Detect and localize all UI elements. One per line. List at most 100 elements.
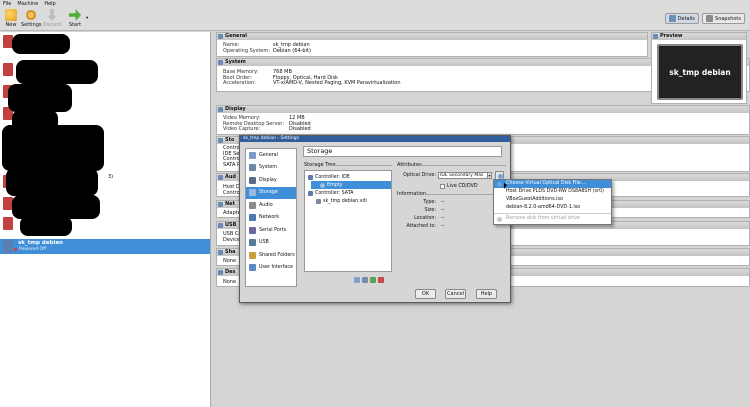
page-title: Storage bbox=[303, 146, 502, 157]
category-storage[interactable]: Storage bbox=[246, 186, 296, 199]
category-serial-ports[interactable]: Serial Ports bbox=[246, 224, 296, 237]
live-cd-checkbox[interactable]: Live CD/DVD bbox=[440, 184, 478, 189]
category-label: Storage bbox=[259, 190, 278, 196]
category-system[interactable]: System bbox=[246, 162, 296, 175]
tree-controller-sata[interactable]: Controller: SATA bbox=[305, 189, 391, 197]
storage-tree[interactable]: Controller: IDE Empty Controller: SATA s… bbox=[304, 170, 392, 272]
category-label: Serial Ports bbox=[259, 227, 287, 233]
vm-os-icon bbox=[3, 63, 13, 76]
menu-machine[interactable]: Machine bbox=[17, 0, 38, 8]
video-capture-value: Disabled bbox=[289, 126, 311, 132]
menu-item-host-drive[interactable]: Host Drive PLDS DVD-RW DS8A8SH (sr0) bbox=[494, 188, 611, 196]
menu-item-guest-additions-iso[interactable]: VBoxGuestAdditions.iso bbox=[494, 196, 611, 204]
redaction-blot bbox=[8, 84, 72, 112]
start-button[interactable]: Start bbox=[65, 9, 85, 28]
add-attachment-icon[interactable] bbox=[370, 277, 376, 283]
menu-bar: File Machine Help bbox=[0, 0, 750, 8]
discard-arrow-icon bbox=[47, 9, 57, 21]
cancel-button[interactable]: Cancel bbox=[445, 289, 466, 299]
menu-item-choose-disk-file[interactable]: Choose Virtual Optical Disk File... bbox=[494, 180, 611, 188]
tree-sata-disk[interactable]: sk_tmp debian.vdi bbox=[305, 197, 391, 205]
none-text: None bbox=[223, 258, 237, 264]
menu-file[interactable]: File bbox=[3, 0, 11, 8]
category-display[interactable]: Display bbox=[246, 174, 296, 187]
redaction-blot bbox=[20, 216, 72, 236]
menu-item-debian-iso[interactable]: debian-8.2.0-amd64-DVD-1.iso bbox=[494, 204, 611, 212]
new-button[interactable]: New bbox=[1, 9, 21, 28]
details-icon bbox=[668, 15, 676, 22]
settings-button[interactable]: Settings bbox=[21, 9, 42, 28]
tree-empty-drive[interactable]: Empty bbox=[311, 181, 391, 189]
monitor-icon bbox=[249, 176, 256, 184]
network-title: Net bbox=[225, 201, 235, 207]
user-interface-icon bbox=[249, 264, 256, 272]
category-user-interface[interactable]: User Interface bbox=[246, 262, 296, 275]
details-button[interactable]: Details bbox=[664, 13, 700, 24]
redaction-blot bbox=[2, 125, 104, 171]
menu-item-label: VBoxGuestAdditions.iso bbox=[506, 197, 563, 202]
ok-button[interactable]: OK bbox=[415, 289, 436, 299]
vm-list-partial-text: 3) bbox=[108, 174, 114, 180]
settings-category-list[interactable]: General System Display Storage Audio Net… bbox=[245, 148, 297, 287]
usb-icon bbox=[249, 239, 256, 247]
remove-attachment-icon[interactable] bbox=[378, 277, 384, 283]
vm-list-item-selected[interactable]: sk_tmp debian Powered Off bbox=[0, 239, 210, 254]
category-label: USB bbox=[259, 240, 269, 246]
preview-title: Preview bbox=[660, 33, 683, 39]
menu-help[interactable]: Help bbox=[44, 0, 55, 8]
divider bbox=[326, 165, 392, 166]
tree-controller-ide[interactable]: Controller: IDE bbox=[305, 173, 391, 181]
acceleration-value: VT-x/AMD-V, Nested Paging, KVM Paravirtu… bbox=[273, 80, 401, 86]
menu-item-label: Remove disk from virtual drive bbox=[506, 216, 580, 221]
redaction-blot bbox=[12, 34, 70, 54]
start-dropdown-arrow-icon[interactable]: ▾ bbox=[86, 16, 88, 21]
os-value: Debian (64-bit) bbox=[273, 47, 311, 54]
location-value: -- bbox=[441, 216, 445, 221]
discard-button[interactable]: Discard bbox=[42, 9, 62, 28]
tree-label: Empty bbox=[327, 182, 343, 188]
video-capture-key: Video Capture: bbox=[223, 126, 261, 132]
checkbox-box[interactable] bbox=[440, 184, 445, 189]
monitor-icon bbox=[218, 107, 223, 112]
discard-label: Discard bbox=[42, 22, 62, 28]
category-shared-folders[interactable]: Shared Folders bbox=[246, 249, 296, 262]
general-header[interactable]: General bbox=[217, 33, 647, 40]
usb-icon bbox=[218, 223, 223, 228]
information-label: Information bbox=[397, 191, 426, 197]
snapshots-label: Snapshots bbox=[715, 15, 741, 22]
preview-section: Preview sk_tmp debian bbox=[651, 32, 747, 104]
powered-off-icon bbox=[14, 247, 17, 251]
sata-port-text: SATA P bbox=[223, 161, 240, 168]
add-controller-icon[interactable] bbox=[354, 277, 360, 283]
category-audio[interactable]: Audio bbox=[246, 199, 296, 212]
category-general[interactable]: General bbox=[246, 149, 296, 162]
snapshots-icon bbox=[706, 15, 714, 22]
acceleration-key: Acceleration: bbox=[223, 80, 256, 86]
preview-header[interactable]: Preview bbox=[652, 33, 746, 40]
vm-list[interactable]: 3) sk_tmp debian Powered Off bbox=[0, 32, 211, 407]
snapshots-button[interactable]: Snapshots bbox=[702, 13, 745, 24]
preview-vm-name: sk_tmp debian bbox=[669, 67, 731, 77]
menu-item-remove-disk: Remove disk from virtual drive bbox=[494, 215, 611, 223]
optical-disc-icon bbox=[497, 181, 502, 187]
category-network[interactable]: Network bbox=[246, 212, 296, 225]
remove-controller-icon[interactable] bbox=[362, 277, 368, 283]
preview-screen: sk_tmp debian bbox=[657, 44, 743, 100]
usb-title: USB bbox=[225, 222, 237, 228]
category-label: Shared Folders bbox=[259, 252, 295, 258]
controller-icon bbox=[308, 190, 313, 196]
display-header[interactable]: Display bbox=[217, 106, 749, 113]
tree-label: Controller: SATA bbox=[315, 190, 354, 196]
help-button[interactable]: Help bbox=[476, 289, 497, 299]
vm-state: Powered Off bbox=[19, 247, 47, 252]
optical-disc-icon bbox=[320, 182, 325, 188]
dropdown-arrow-icon[interactable]: ▾ bbox=[487, 172, 492, 179]
optical-drive-select[interactable]: IDE Secondary Mas bbox=[438, 172, 491, 179]
general-row: Operating System: Debian (64-bit) bbox=[217, 47, 647, 55]
storage-title: Sto bbox=[225, 137, 235, 143]
audio-title: Aud bbox=[225, 174, 237, 180]
dialog-title-bar[interactable]: sk_tmp debian - Settings bbox=[240, 136, 510, 142]
category-usb[interactable]: USB bbox=[246, 237, 296, 250]
display-row: Video Capture: Disabled bbox=[217, 126, 749, 133]
storage-icon bbox=[249, 189, 256, 197]
